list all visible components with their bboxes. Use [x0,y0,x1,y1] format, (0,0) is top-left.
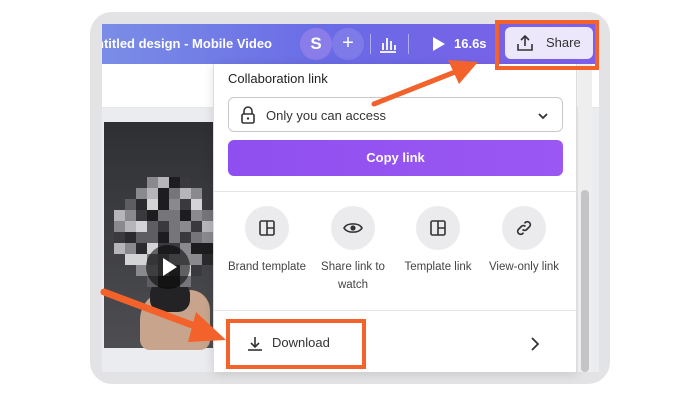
arrow-to-share [371,60,478,107]
arrow-to-download [100,288,226,342]
annotation-arrows [100,60,478,342]
